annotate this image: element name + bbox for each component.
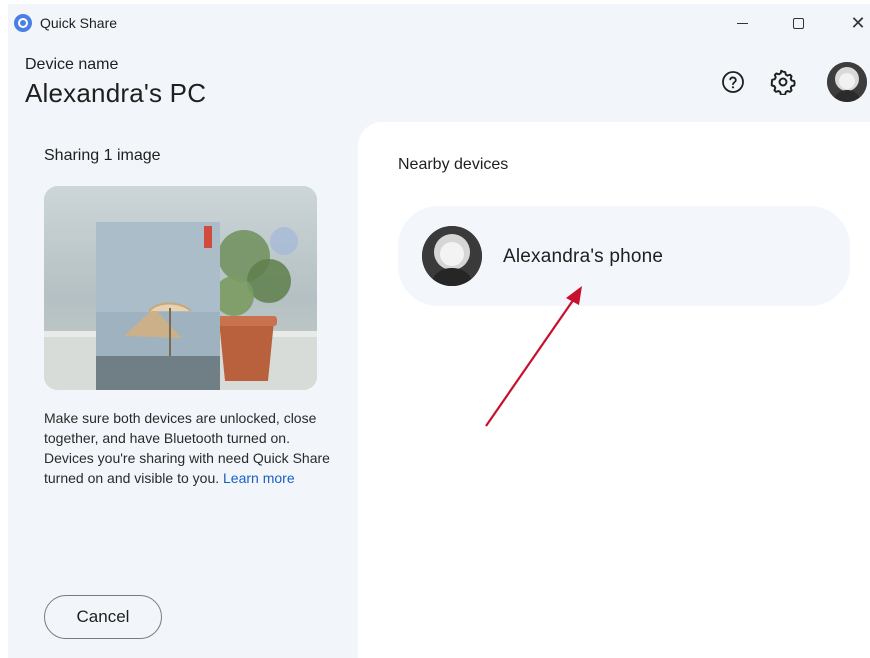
quick-share-app-icon	[14, 14, 32, 32]
quick-share-window: Quick Share ✕ Device name Alexandra's PC	[8, 4, 870, 658]
maximize-button[interactable]	[778, 10, 818, 36]
shared-image-thumbnail	[44, 186, 317, 390]
device-name: Alexandra's phone	[503, 246, 664, 267]
device-name-label: Device name	[25, 56, 119, 73]
device-avatar	[422, 226, 482, 286]
close-icon: ✕	[850, 12, 866, 33]
maximize-icon	[792, 17, 804, 29]
minimize-button[interactable]	[722, 10, 762, 36]
minimize-icon	[736, 22, 748, 24]
help-text: Make sure both devices are unlocked, clo…	[44, 408, 334, 488]
nearby-devices-title: Nearby devices	[398, 156, 509, 173]
learn-more-link[interactable]: Learn more	[223, 470, 295, 486]
close-button[interactable]: ✕	[838, 10, 870, 36]
settings-gear-icon	[770, 69, 796, 95]
settings-button[interactable]	[769, 68, 797, 96]
help-button[interactable]	[719, 68, 747, 96]
sharing-title: Sharing 1 image	[44, 147, 161, 164]
title-bar: Quick Share ✕	[8, 4, 870, 42]
window-title: Quick Share	[40, 15, 118, 31]
device-card-alexandras-phone[interactable]: Alexandra's phone	[398, 206, 850, 306]
account-avatar[interactable]	[827, 62, 867, 102]
device-avatar-image	[422, 226, 482, 286]
cancel-button[interactable]: Cancel	[44, 595, 162, 639]
nearby-devices-panel	[358, 122, 870, 658]
device-name-value: Alexandra's PC	[25, 78, 207, 108]
shared-image-preview	[44, 186, 317, 390]
help-icon	[722, 71, 744, 93]
avatar-image	[827, 62, 867, 102]
